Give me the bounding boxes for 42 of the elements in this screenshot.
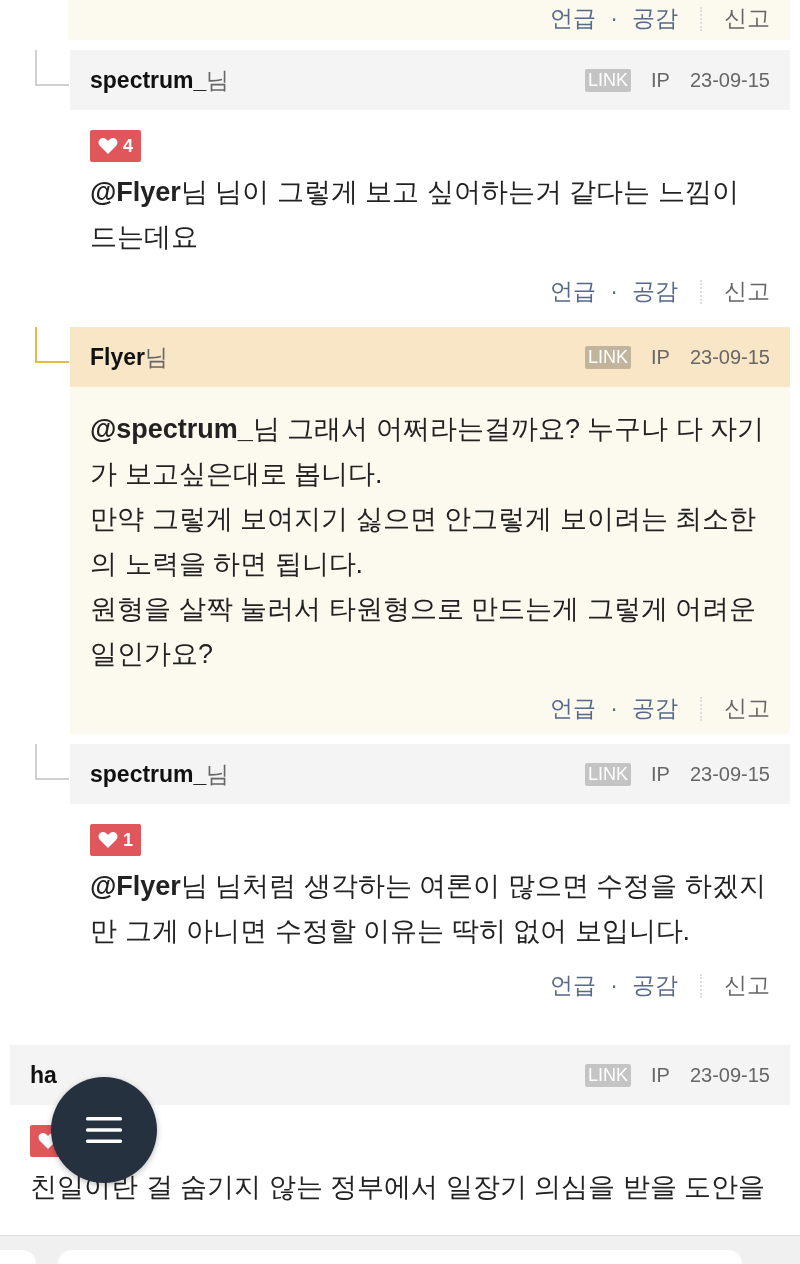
comment-date: 23-09-15 [689, 68, 770, 92]
report-link[interactable]: 신고 [724, 276, 770, 307]
separator-dot: · [610, 5, 618, 32]
like-link[interactable]: 공감 [632, 276, 678, 307]
mention-link[interactable]: 언급 [550, 970, 597, 1001]
heart-icon [98, 831, 118, 849]
report-link[interactable]: 신고 [724, 3, 770, 34]
mention-link[interactable]: 언급 [550, 3, 597, 34]
likes-badge: 1 [90, 824, 141, 856]
link-tag: LINK [585, 1063, 632, 1087]
ip-label: IP [651, 68, 670, 92]
comment-date: 23-09-15 [689, 1063, 770, 1087]
ip-label: IP [651, 762, 670, 786]
comment-date: 23-09-15 [689, 762, 770, 786]
author-name[interactable]: spectrum_님 [90, 758, 230, 790]
ip-label: IP [651, 345, 670, 369]
like-link[interactable]: 공감 [632, 693, 678, 724]
report-link[interactable]: 신고 [724, 693, 770, 724]
comment-text: @spectrum_님 그래서 어쩌라는걸까요? 누구나 다 자기가 보고싶은대로 봅니다. [90, 413, 766, 491]
separator-dot: · [610, 972, 618, 999]
comment-date: 23-09-15 [689, 345, 770, 369]
mention-link[interactable]: 언급 [550, 276, 597, 307]
link-tag: LINK [585, 345, 632, 369]
author-name[interactable]: ha [30, 1061, 57, 1089]
separator-dot: · [610, 278, 618, 305]
comment-text: 만약 그렇게 보여지기 싫으면 안그렇게 보이려는 최소한의 노력을 하면 됩니다. [90, 503, 757, 581]
report-link[interactable]: 신고 [724, 970, 770, 1001]
like-link[interactable]: 공감 [632, 970, 678, 1001]
author-name[interactable]: spectrum_님 [90, 64, 230, 96]
comment-text: @Flyer님 님이 그렇게 보고 싶어하는거 같다는 느낌이 드는데요 [90, 176, 740, 254]
link-tag: LINK [585, 68, 632, 92]
heart-icon [98, 137, 118, 155]
author-name[interactable]: Flyer님 [90, 341, 168, 373]
link-tag: LINK [585, 762, 632, 786]
like-link[interactable]: 공감 [632, 3, 678, 34]
menu-icon [86, 1116, 122, 1144]
comment-text: 원형을 살짝 눌러서 타원형으로 만드는게 그렇게 어려운 일인가요? [90, 593, 757, 671]
comment-text: @Flyer님 님처럼 생각하는 여론이 많으면 수정을 하겠지만 그게 아니면 수정할 이유는 딱히 없어 보입니다. [90, 870, 767, 948]
separator-dot: · [610, 695, 618, 722]
likes-badge: 4 [90, 130, 141, 162]
mention-link[interactable]: 언급 [550, 693, 597, 724]
ip-label: IP [651, 1063, 670, 1087]
